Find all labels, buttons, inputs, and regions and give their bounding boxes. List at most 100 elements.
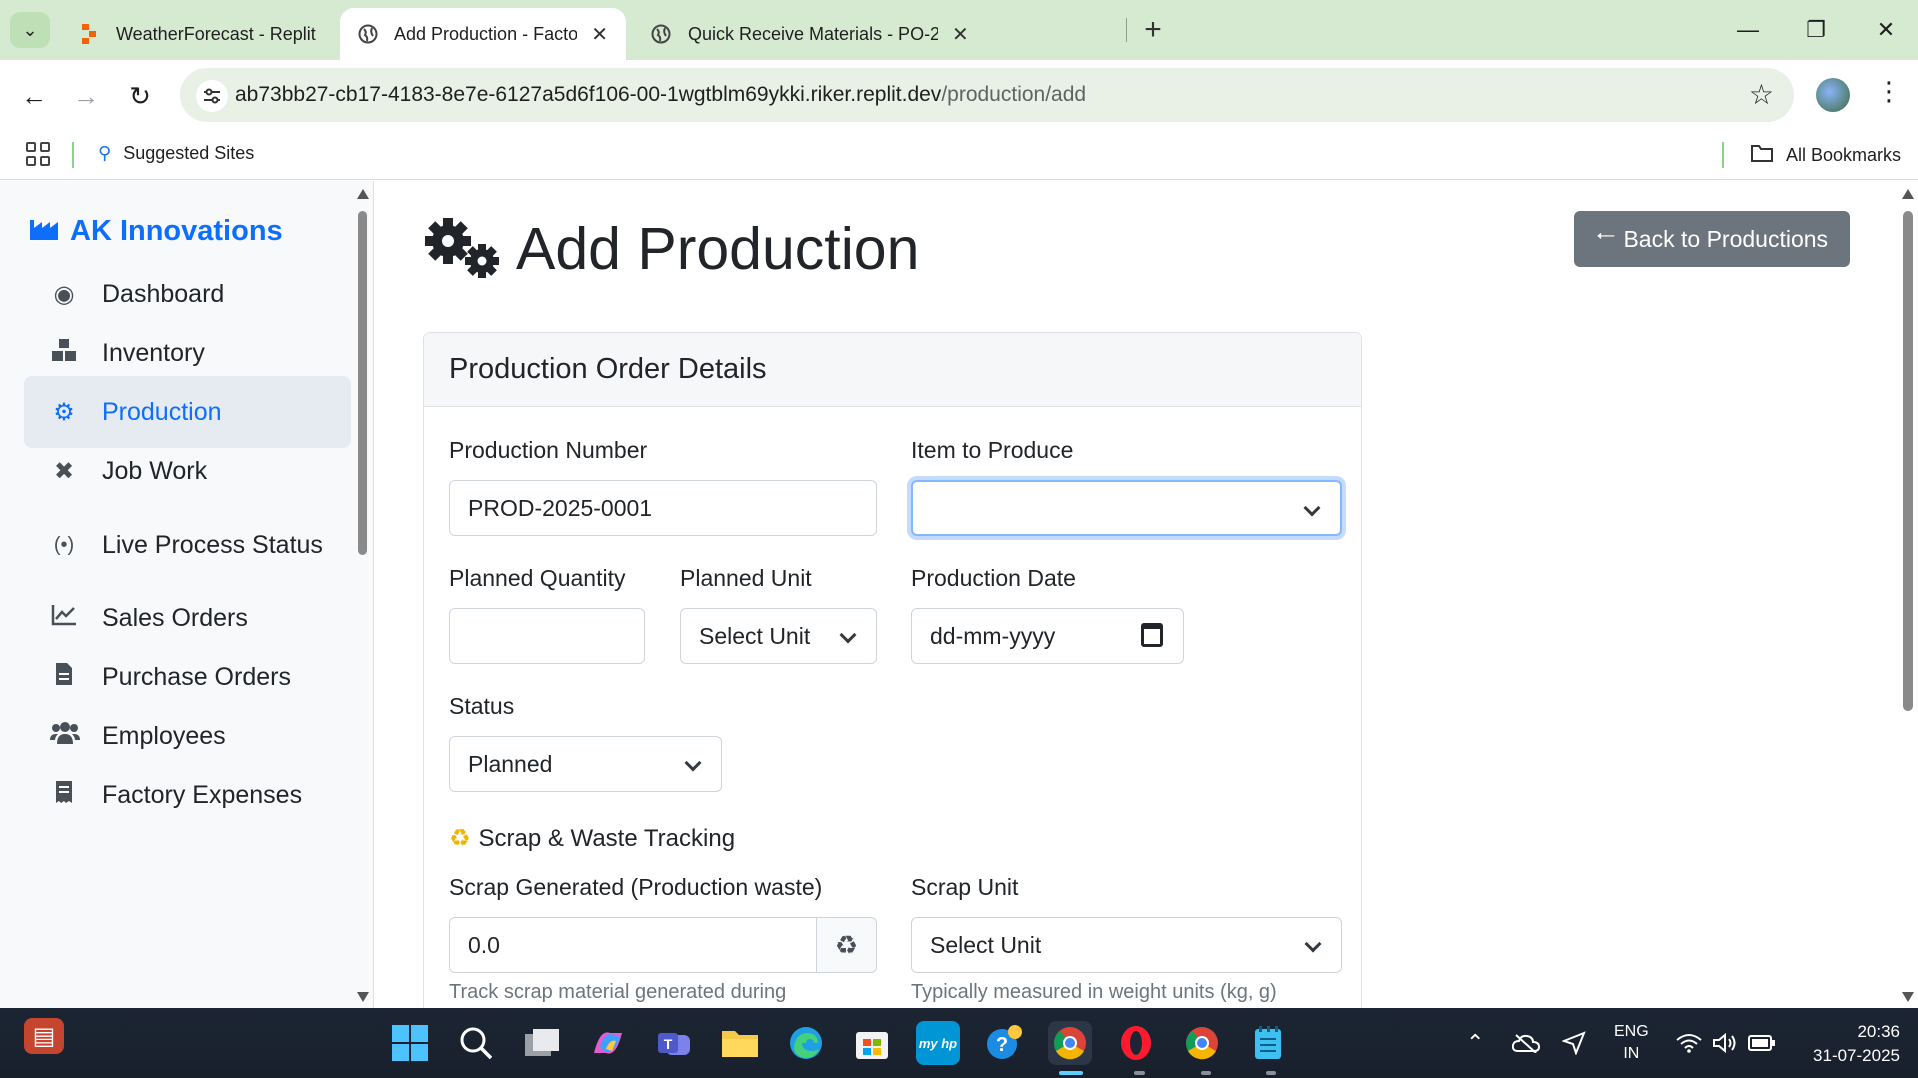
production-number-input[interactable]: PROD-2025-0001 [449, 480, 877, 536]
copilot-icon[interactable] [586, 1021, 630, 1065]
minimize-icon: — [1737, 17, 1759, 42]
close-window-button[interactable]: ✕ [1866, 12, 1906, 48]
planned-quantity-input[interactable] [449, 608, 645, 664]
address-bar[interactable]: ab73bb27-cb17-4183-8e7e-6127a5d6f106-00-… [180, 68, 1794, 122]
item-to-produce-select[interactable] [911, 480, 1342, 536]
url-text: ab73bb27-cb17-4183-8e7e-6127a5d6f106-00-… [235, 83, 1086, 107]
close-icon: ✕ [1876, 17, 1896, 42]
edge-icon[interactable] [784, 1021, 828, 1065]
globe-icon [358, 23, 378, 45]
tab-title: Quick Receive Materials - PO-2( [688, 23, 938, 44]
restore-icon: ❐ [1806, 17, 1826, 42]
more-menu-icon[interactable]: ⋮ [1876, 76, 1902, 107]
sidebar: AK Innovations ◉ Dashboard Inventory ⚙ P… [0, 181, 374, 1008]
chrome-icon[interactable] [1048, 1021, 1092, 1065]
brand-link[interactable]: AK Innovations [30, 215, 283, 248]
scrollbar-thumb[interactable] [358, 211, 367, 555]
start-windows-icon[interactable] [388, 1021, 432, 1065]
page-title-text: Add Production [516, 216, 920, 282]
scrap-generated-input[interactable]: 0.0 [449, 917, 817, 973]
notepad-icon[interactable] [1246, 1021, 1290, 1065]
back-to-productions-button[interactable]: 🠀 Back to Productions [1574, 211, 1850, 267]
location-icon[interactable] [1562, 1008, 1586, 1078]
scroll-up-icon[interactable] [357, 189, 369, 199]
bookmark-suggested-sites[interactable]: ⚲ Suggested Sites [98, 143, 254, 164]
file-explorer-icon[interactable] [718, 1021, 762, 1065]
receipt-icon [50, 780, 78, 811]
profile-avatar[interactable] [1816, 78, 1850, 112]
scrap-unit-select[interactable]: Select Unit [911, 917, 1342, 973]
sidebar-item-live-process-status[interactable]: (•) Live Process Status [24, 509, 351, 581]
svg-text:T: T [664, 1036, 673, 1052]
close-icon[interactable]: ✕ [952, 22, 969, 47]
back-button-label: Back to Productions [1623, 225, 1829, 252]
sidebar-item-label: Dashboard [102, 279, 225, 308]
reload-button[interactable]: ↻ [120, 76, 160, 116]
users-icon [50, 721, 80, 751]
calendar-icon[interactable] [1141, 623, 1163, 647]
tab-search-button[interactable]: ⌄ [10, 12, 50, 48]
wifi-icon[interactable] [1676, 1008, 1702, 1078]
microsoft-store-icon[interactable] [850, 1021, 894, 1065]
sidebar-scrollbar[interactable] [354, 181, 370, 1008]
scroll-down-icon[interactable] [1902, 992, 1914, 1002]
restore-button[interactable]: ❐ [1796, 12, 1836, 48]
task-view-icon[interactable] [520, 1021, 564, 1065]
taskbar-clock[interactable]: 20:36 31-07-2025 [1790, 1020, 1900, 1068]
page-scrollbar[interactable] [1898, 181, 1918, 1008]
show-hidden-icons[interactable]: ⌃ [1466, 1008, 1484, 1078]
scrollbar-thumb[interactable] [1903, 211, 1913, 711]
close-icon[interactable]: ✕ [591, 22, 608, 47]
reload-icon: ↻ [129, 80, 151, 111]
clock-time: 20:36 [1857, 1022, 1900, 1041]
teams-icon[interactable]: T [652, 1021, 696, 1065]
battery-icon[interactable] [1748, 1008, 1776, 1078]
sidebar-item-factory-expenses[interactable]: Factory Expenses [24, 759, 351, 831]
sidebar-item-label: Job Work [102, 456, 208, 485]
chrome-icon[interactable] [1180, 1021, 1224, 1065]
tools-icon: ✖ [53, 457, 75, 485]
sidebar-item-label: Live Process Status [102, 530, 323, 559]
planned-unit-select[interactable]: Select Unit [680, 608, 877, 664]
back-button[interactable]: ← [14, 76, 54, 116]
apps-grid-icon[interactable] [26, 142, 50, 166]
search-icon[interactable] [454, 1021, 498, 1065]
production-date-input[interactable]: dd-mm-yyyy [911, 608, 1184, 664]
boxes-icon [50, 338, 78, 369]
plus-icon: + [1144, 13, 1162, 46]
planned-quantity-label: Planned Quantity [449, 565, 626, 591]
scroll-down-icon[interactable] [357, 992, 369, 1002]
arrow-left-icon: 🠀 [1595, 222, 1616, 250]
scrap-recycle-addon: ♻ [817, 917, 877, 973]
minimize-button[interactable]: — [1728, 12, 1768, 48]
taskbar-indicator [1201, 1071, 1211, 1075]
onedrive-icon[interactable] [1512, 1008, 1540, 1078]
sidebar-item-job-work[interactable]: ✖ Job Work [24, 435, 351, 507]
broadcast-icon: (•) [53, 533, 75, 556]
opera-icon[interactable] [1114, 1021, 1158, 1065]
volume-icon[interactable] [1712, 1008, 1738, 1078]
hp-icon[interactable]: my hp [916, 1021, 960, 1065]
arrow-left-icon: ← [21, 80, 47, 111]
powerpoint-icon[interactable]: ▤ [24, 1018, 64, 1054]
scroll-up-icon[interactable] [1902, 189, 1914, 199]
language-indicator[interactable]: ENG IN [1614, 1008, 1649, 1078]
bookmark-star-icon[interactable]: ☆ [1749, 78, 1774, 111]
taskbar-indicator [1135, 1071, 1145, 1075]
status-select[interactable]: Planned [449, 736, 722, 792]
tab-add-production[interactable]: Add Production - Factory Mana ✕ [340, 8, 626, 60]
chevron-down-icon [1304, 935, 1322, 953]
scrap-generated-help: Track scrap material generated during [449, 981, 787, 1003]
scrap-unit-help: Typically measured in weight units (kg, … [911, 981, 1277, 1003]
chevron-up-icon: ⌃ [1466, 1030, 1485, 1055]
chart-line-icon [50, 604, 78, 633]
site-info-icon[interactable] [196, 80, 228, 112]
forward-button[interactable]: → [66, 76, 106, 116]
scrap-section-title-text: Scrap & Waste Tracking [478, 824, 736, 852]
new-tab-button[interactable]: + [1135, 12, 1171, 48]
tab-quick-receive[interactable]: Quick Receive Materials - PO-2( ✕ [632, 8, 987, 60]
status-value: Planned [468, 750, 553, 777]
all-bookmarks-button[interactable]: All Bookmarks [1750, 143, 1901, 168]
help-icon[interactable]: ? [982, 1021, 1026, 1065]
chevron-down-icon [839, 626, 857, 644]
